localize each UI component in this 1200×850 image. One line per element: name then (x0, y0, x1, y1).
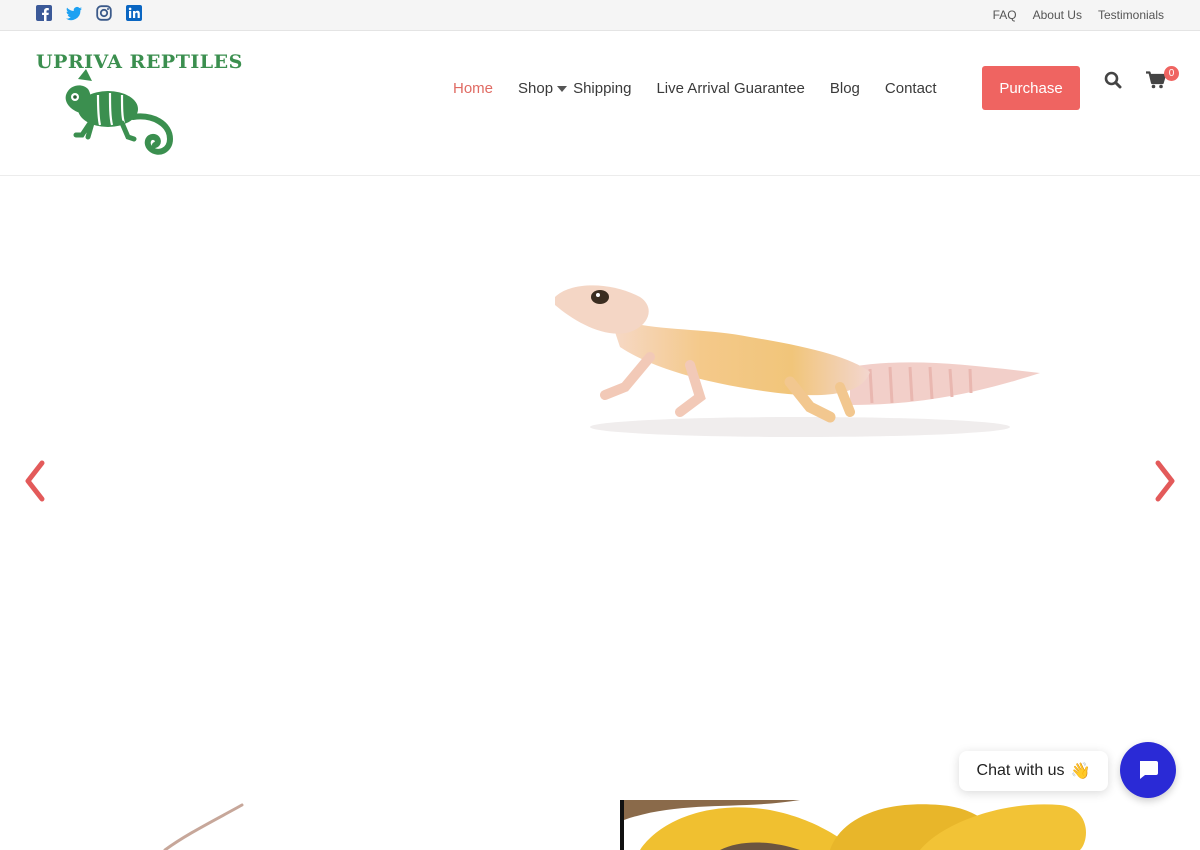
nav-shipping[interactable]: Shipping (573, 80, 631, 97)
leopard-gecko-image (555, 285, 1040, 437)
facebook-icon[interactable] (36, 5, 52, 21)
nav-live-arrival-guarantee[interactable]: Live Arrival Guarantee (656, 80, 804, 97)
purchase-button[interactable]: Purchase (982, 66, 1080, 110)
social-links (36, 5, 142, 21)
chat-launcher-button[interactable] (1120, 742, 1176, 798)
waving-hand-icon: 👋 (1070, 763, 1091, 780)
search-icon[interactable] (1104, 71, 1122, 89)
chat-label: Chat with us (976, 762, 1065, 779)
twitter-icon[interactable] (66, 5, 82, 21)
gecko-tail-image (163, 803, 244, 850)
yellow-snake-image (620, 800, 1200, 850)
cart-count-badge: 0 (1164, 66, 1179, 81)
cart-icon[interactable] (1146, 71, 1166, 89)
chat-prompt[interactable]: Chat with us 👋 (959, 751, 1108, 791)
nav-contact[interactable]: Contact (885, 80, 937, 97)
chevron-left-icon[interactable] (22, 459, 48, 503)
instagram-icon[interactable] (96, 5, 112, 21)
product-tiles (0, 800, 1200, 850)
site-logo[interactable]: UPRIVA REPTILES (36, 51, 242, 156)
chevron-down-icon (557, 85, 568, 92)
chameleon-logo-icon (65, 69, 174, 155)
testimonials-link[interactable]: Testimonials (1098, 8, 1164, 22)
top-links: FAQ About Us Testimonials (993, 8, 1164, 22)
site-header: UPRIVA REPTILES Home Shop Shipping Live … (0, 31, 1200, 176)
chat-icon (1140, 761, 1158, 779)
linkedin-icon[interactable] (126, 5, 142, 21)
hero-slider (0, 177, 1200, 800)
chevron-right-icon[interactable] (1152, 459, 1178, 503)
top-bar: FAQ About Us Testimonials (0, 0, 1200, 31)
faq-link[interactable]: FAQ (993, 8, 1017, 22)
nav-shop[interactable]: Shop (518, 80, 568, 97)
nav-blog[interactable]: Blog (830, 80, 860, 97)
about-us-link[interactable]: About Us (1033, 8, 1082, 22)
nav-home[interactable]: Home (453, 80, 493, 97)
nav-shop-label: Shop (518, 80, 554, 97)
main-nav: Home Shop Shipping Live Arrival Guarante… (453, 80, 962, 97)
